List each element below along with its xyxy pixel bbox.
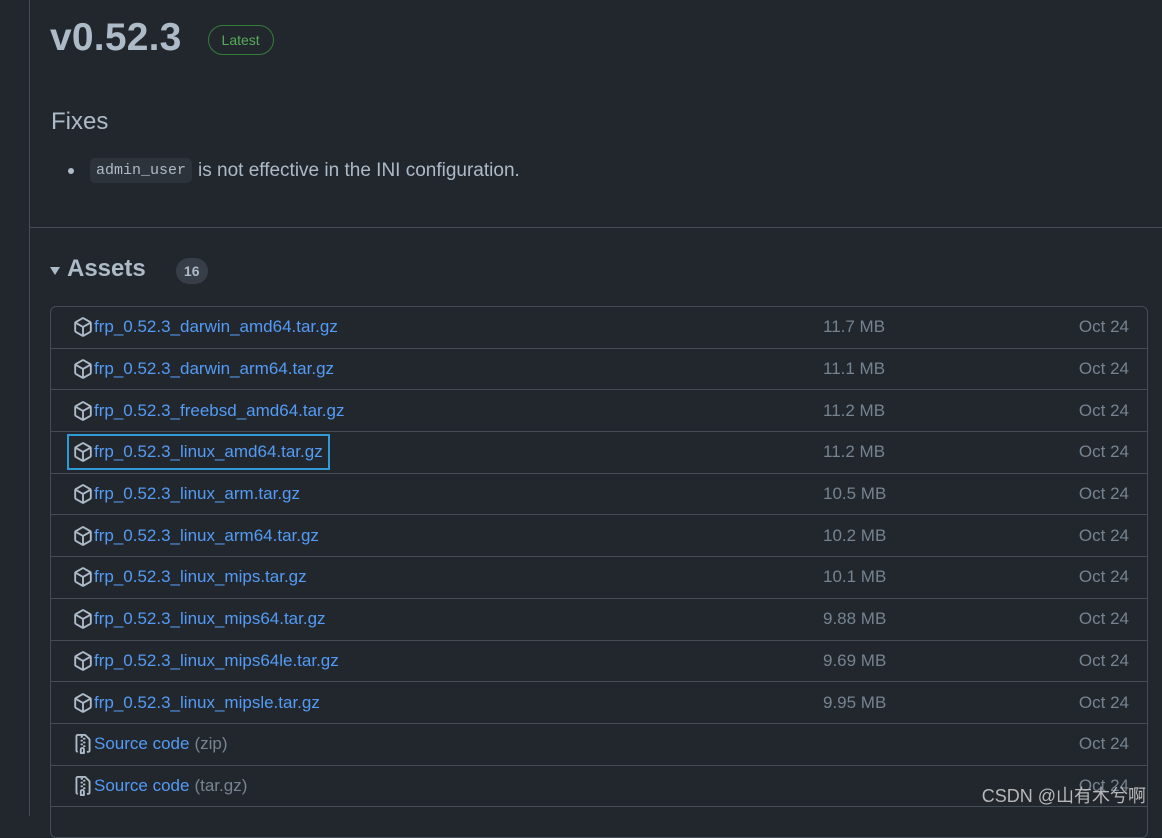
asset-date: Oct 24: [1078, 317, 1129, 337]
asset-name: frp_0.52.3_linux_mips64.tar.gz: [94, 609, 326, 629]
asset-download-link[interactable]: frp_0.52.3_darwin_arm64.tar.gz: [67, 351, 341, 387]
asset-row: frp_0.52.3_freebsd_amd64.tar.gz 11.2 MB Oc…: [51, 390, 1147, 433]
bullet-icon: [68, 167, 74, 174]
asset-name: Source code: [94, 734, 190, 754]
section-divider: [30, 227, 1162, 228]
asset-download-link[interactable]: frp_0.52.3_linux_amd64.tar.gz: [67, 434, 330, 471]
asset-date: Oct 24: [1078, 525, 1129, 545]
fixes-list-item: admin_user is not effective in the INI c…: [68, 158, 520, 183]
fixes-heading: Fixes: [51, 108, 109, 135]
asset-date: Oct 24: [1078, 734, 1129, 754]
asset-name: frp_0.52.3_linux_arm.tar.gz: [94, 484, 301, 504]
package-icon: [73, 359, 93, 379]
asset-name: frp_0.52.3_linux_mipsle.tar.gz: [94, 692, 320, 712]
asset-date: Oct 24: [1078, 692, 1129, 712]
caret-down-icon: [50, 267, 60, 275]
asset-download-link[interactable]: frp_0.52.3_linux_mipsle.tar.gz: [67, 685, 327, 721]
asset-date: Oct 24: [1078, 484, 1129, 504]
asset-name: frp_0.52.3_linux_arm64.tar.gz: [94, 525, 319, 545]
asset-size: 10.1 MB: [823, 567, 887, 587]
asset-row: Source code (zip) Oct 24: [51, 724, 1147, 766]
file-zip-icon: [73, 775, 93, 796]
package-icon: [73, 400, 93, 421]
assets-toggle[interactable]: Assets 16: [50, 254, 208, 284]
package-icon: [73, 484, 93, 504]
asset-download-link[interactable]: frp_0.52.3_linux_arm.tar.gz: [67, 476, 307, 512]
asset-row: frp_0.52.3_linux_amd64.tar.gz 11.2 MB Oct …: [51, 432, 1147, 474]
asset-size: 11.1 MB: [823, 359, 886, 379]
asset-size: 10.2 MB: [823, 525, 887, 545]
asset-date: Oct 24: [1078, 442, 1129, 462]
asset-row: frp_0.52.3_linux_mips64le.tar.gz 9.69 MB O…: [51, 641, 1147, 683]
asset-size: 9.88 MB: [823, 609, 887, 629]
asset-name: frp_0.52.3_linux_amd64.tar.gz: [94, 442, 323, 462]
asset-size: 11.7 MB: [823, 317, 886, 337]
package-icon: [73, 442, 93, 463]
asset-row: frp_0.52.3_linux_mips64.tar.gz 9.88 MB Oct…: [51, 599, 1147, 641]
asset-download-link[interactable]: frp_0.52.3_darwin_amd64.tar.gz: [67, 309, 345, 345]
fix-description: is not effective in the INI configuratio…: [198, 159, 520, 181]
asset-date: Oct 24: [1078, 609, 1129, 629]
release-title[interactable]: v0.52.3: [50, 12, 182, 64]
asset-date: Oct 24: [1078, 650, 1129, 670]
source-code-link[interactable]: Source code (tar.gz): [67, 768, 254, 804]
package-icon: [73, 609, 93, 629]
asset-name: Source code: [94, 775, 190, 795]
asset-row: frp_0.52.3_darwin_arm64.tar.gz 11.1 MB Oct…: [51, 349, 1147, 391]
asset-download-link[interactable]: frp_0.52.3_linux_mips64le.tar.gz: [67, 643, 346, 679]
asset-download-link[interactable]: frp_0.52.3_linux_mips64.tar.gz: [67, 601, 333, 637]
source-code-link[interactable]: Source code (zip): [67, 726, 235, 762]
asset-name: frp_0.52.3_linux_mips.tar.gz: [94, 567, 307, 587]
file-zip-icon: [73, 734, 93, 755]
package-icon: [73, 525, 93, 546]
package-icon: [73, 567, 93, 588]
asset-size: 10.5 MB: [823, 484, 887, 504]
asset-format: (tar.gz): [194, 775, 248, 795]
assets-count-badge: 16: [175, 258, 208, 284]
asset-row: frp_0.52.3_linux_mips.tar.gz 10.1 MB Oct 2…: [51, 557, 1147, 599]
asset-row: frp_0.52.3_linux_arm.tar.gz 10.5 MB Oct 24: [51, 474, 1147, 516]
asset-download-link[interactable]: frp_0.52.3_freebsd_amd64.tar.gz: [67, 393, 351, 429]
asset-name: frp_0.52.3_darwin_arm64.tar.gz: [94, 359, 335, 379]
package-icon: [73, 692, 93, 713]
asset-date: Oct 24: [1078, 567, 1129, 587]
asset-size: 11.2 MB: [823, 400, 886, 420]
asset-row: frp_0.52.3_linux_arm64.tar.gz 10.2 MB Oct …: [51, 515, 1147, 558]
release-header: v0.52.3 Latest: [50, 12, 274, 64]
asset-date: Oct 24: [1078, 400, 1129, 420]
asset-size: 9.95 MB: [823, 692, 887, 712]
package-icon: [73, 651, 93, 671]
asset-format: (zip): [194, 734, 228, 754]
left-rail-divider: [29, 0, 30, 816]
watermark: CSDN @山有木兮啊: [981, 786, 1146, 806]
assets-title: Assets: [67, 255, 146, 282]
asset-name: frp_0.52.3_darwin_amd64.tar.gz: [94, 317, 338, 337]
asset-date: Oct 24: [1078, 359, 1129, 379]
package-icon: [73, 317, 93, 338]
asset-download-link[interactable]: frp_0.52.3_linux_arm64.tar.gz: [67, 518, 326, 554]
inline-code: admin_user: [90, 158, 193, 183]
asset-name: frp_0.52.3_linux_mips64le.tar.gz: [94, 650, 339, 670]
assets-list: frp_0.52.3_darwin_amd64.tar.gz 11.7 MB Oct…: [50, 306, 1148, 838]
latest-badge: Latest: [207, 25, 274, 55]
asset-name: frp_0.52.3_freebsd_amd64.tar.gz: [94, 400, 345, 420]
asset-row: frp_0.52.3_linux_mipsle.tar.gz 9.95 MB Oct…: [51, 682, 1147, 724]
asset-download-link[interactable]: frp_0.52.3_linux_mips.tar.gz: [67, 559, 314, 595]
asset-row: frp_0.52.3_darwin_amd64.tar.gz 11.7 MB Oct…: [51, 307, 1147, 349]
asset-size: 11.2 MB: [823, 442, 886, 462]
asset-size: 9.69 MB: [823, 650, 887, 670]
